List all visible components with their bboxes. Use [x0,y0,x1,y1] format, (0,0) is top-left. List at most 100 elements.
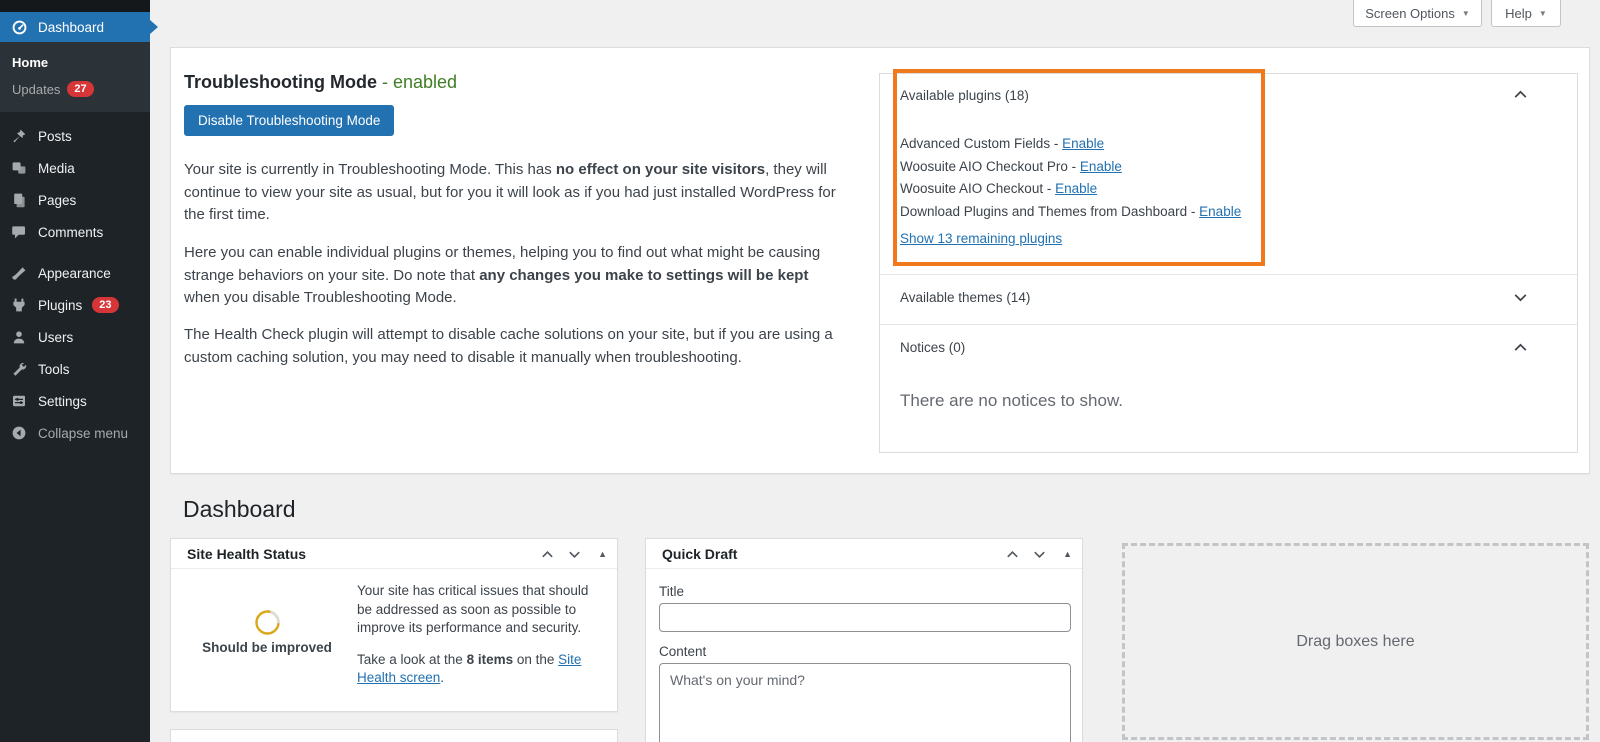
enable-plugin-link[interactable]: Enable [1080,159,1122,174]
quick-draft-content-input[interactable] [659,663,1071,742]
plugin-name: Woosuite AIO Checkout Pro [900,159,1068,174]
sidebar-item-pages[interactable]: Pages [0,184,150,216]
sidebar-item-tools[interactable]: Tools [0,353,150,385]
disable-troubleshooting-button[interactable]: Disable Troubleshooting Mode [184,105,394,136]
sidebar-item-settings[interactable]: Settings [0,385,150,417]
site-health-score: Should be improved [187,583,347,655]
site-health-widget-body: Should be improved Your site has critica… [171,569,617,712]
quick-draft-content-label: Content [659,644,706,659]
sidebar-item-updates[interactable]: Updates 27 [12,81,94,97]
move-down-icon[interactable] [1032,547,1047,562]
troubleshooting-title-text: Troubleshooting Mode [184,72,377,92]
plugin-name: Woosuite AIO Checkout [900,181,1043,196]
show-remaining-plugins-link[interactable]: Show 13 remaining plugins [900,228,1062,251]
plugins-icon [10,296,28,314]
move-up-icon[interactable] [540,547,555,562]
toggle-panel-icon[interactable]: ▲ [598,549,607,559]
sidebar-item-label: Dashboard [38,20,104,35]
sidebar-item-appearance[interactable]: Appearance [0,257,150,289]
posts-icon [10,127,28,145]
site-health-widget: Site Health Status ▲ Should be improved … [170,538,618,712]
paragraph-bold-text: any changes you make to settings will be… [479,267,808,284]
sidebar-item-label: Collapse menu [38,426,128,441]
quick-draft-widget-header[interactable]: Quick Draft ▲ [646,539,1082,569]
sidebar-item-posts[interactable]: Posts [0,120,150,152]
site-health-paragraph: Take a look at the 8 items on the Site H… [357,651,601,688]
plugin-separator: - [1187,204,1199,219]
dashboard-submenu: Home Updates 27 [0,42,150,112]
toggle-panel-icon[interactable]: ▲ [1063,549,1072,559]
paragraph-text: Your site is currently in Troubleshootin… [184,161,556,178]
quick-draft-widget: Quick Draft ▲ Title Content [645,538,1083,742]
chevron-down-icon: ▼ [1539,9,1547,18]
sidebar-item-label: Media [38,161,75,176]
plugin-list-item: Advanced Custom Fields - Enable [900,133,1557,156]
available-plugins-title: Available plugins (18) [900,88,1557,103]
enable-plugin-link[interactable]: Enable [1199,204,1241,219]
widget-drop-zone[interactable]: Drag boxes here [1122,543,1589,740]
site-health-description: Your site has critical issues that shoul… [357,582,601,688]
sidebar-item-plugins[interactable]: Plugins 23 [0,289,150,321]
plugin-separator: - [1043,181,1055,196]
site-health-status-label: Should be improved [187,640,347,655]
chevron-down-icon[interactable] [1512,289,1529,306]
sidebar-item-label: Appearance [38,266,111,281]
move-up-icon[interactable] [1005,547,1020,562]
quick-draft-title-input[interactable] [659,603,1071,632]
sidebar-item-media[interactable]: Media [0,152,150,184]
move-down-icon[interactable] [567,547,582,562]
enable-plugin-link[interactable]: Enable [1062,136,1104,151]
paragraph-text: Take a look at the [357,652,467,667]
plugin-separator: - [1068,159,1080,174]
site-health-widget-header[interactable]: Site Health Status ▲ [171,539,617,569]
chevron-up-icon[interactable] [1512,339,1529,356]
site-health-ring-icon [254,609,281,636]
enable-plugin-link[interactable]: Enable [1055,181,1097,196]
screen-options-label: Screen Options [1365,6,1455,21]
items-count-text: 8 items [467,652,514,667]
sidebar-item-dashboard[interactable]: Dashboard [0,12,150,42]
widget-title: Site Health Status [171,546,306,562]
troubleshooting-title: Troubleshooting Mode - enabled [184,72,457,93]
sidebar-item-label: Pages [38,193,76,208]
chevron-up-icon[interactable] [1512,86,1529,103]
users-icon [10,328,28,346]
paragraph-text: . [440,670,444,685]
paragraph-text: when you disable Troubleshooting Mode. [184,289,457,306]
paragraph-text: on the [513,652,558,667]
admin-sidebar: Dashboard Home Updates 27 Posts Media [0,0,150,742]
page-title: Dashboard [183,496,296,523]
submenu-label: Updates [12,82,60,97]
troubleshooting-status: - enabled [382,72,457,92]
available-themes-section: Available themes (14) [880,274,1577,324]
sidebar-item-collapse-menu[interactable]: Collapse menu [0,417,150,449]
plugin-name: Advanced Custom Fields [900,136,1050,151]
notices-section: Notices (0) There are no notices to show… [880,324,1577,452]
sidebar-item-label: Settings [38,394,87,409]
comments-icon [10,223,28,241]
updates-count-badge: 27 [67,81,93,97]
help-button[interactable]: Help ▼ [1491,0,1561,27]
appearance-icon [10,264,28,282]
sidebar-item-label: Tools [38,362,70,377]
widget-controls: ▲ [1005,539,1072,569]
collapse-menu-icon [10,424,28,442]
sidebar-item-comments[interactable]: Comments [0,216,150,248]
drop-zone-label: Drag boxes here [1296,633,1414,651]
troubleshooting-paragraph-3: The Health Check plugin will attempt to … [184,324,844,369]
plugin-list-item: Woosuite AIO Checkout Pro - Enable [900,156,1557,179]
plugin-separator: - [1050,136,1062,151]
paragraph-bold-text: no effect on your site visitors [556,161,765,178]
media-icon [10,159,28,177]
notices-title: Notices (0) [900,340,1557,355]
wordpress-admin-page: Dashboard Home Updates 27 Posts Media [0,0,1600,742]
partial-widget [170,729,618,742]
plugins-count-badge: 23 [92,297,118,313]
sidebar-item-users[interactable]: Users [0,321,150,353]
sidebar-item-home[interactable]: Home [12,55,48,70]
screen-options-button[interactable]: Screen Options ▼ [1353,0,1482,27]
admin-bar-strip [0,0,150,12]
widget-title: Quick Draft [646,546,737,562]
active-menu-arrow [150,20,158,34]
sidebar-item-label: Users [38,330,73,345]
